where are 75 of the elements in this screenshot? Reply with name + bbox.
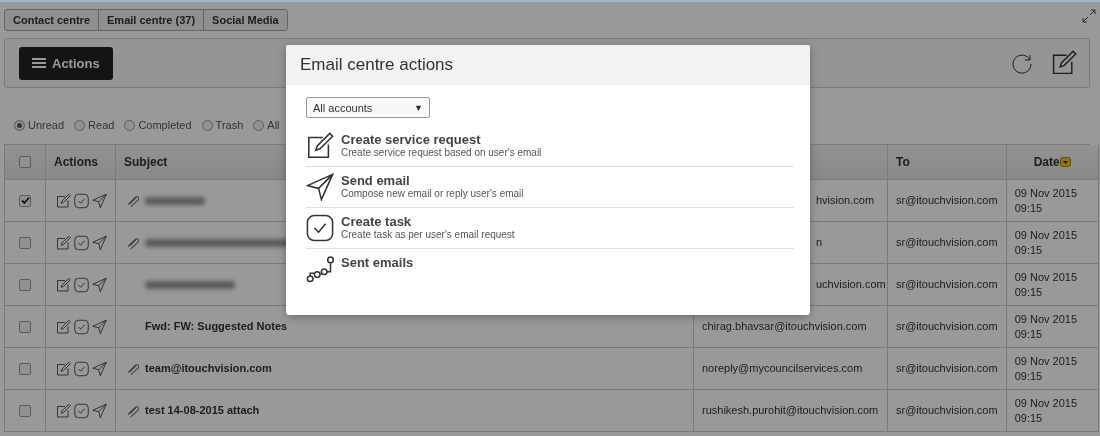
action-title[interactable]: Create task: [341, 214, 515, 229]
refresh-icon[interactable]: [1011, 52, 1033, 74]
blurred-text: [145, 196, 205, 205]
sender-address: uchvision.com: [815, 277, 886, 292]
recipient-address: sr@itouchvision.com: [896, 319, 998, 334]
radio-label: Read: [88, 118, 115, 133]
checkmark-icon[interactable]: [74, 276, 89, 293]
checkbox[interactable]: [19, 236, 31, 249]
tab[interactable]: Email centre (37): [98, 9, 205, 31]
recipient-address: sr@itouchvision.com: [896, 403, 998, 418]
date-text: 09 Nov 2015 09:15: [1014, 227, 1079, 258]
radio-button[interactable]: [253, 120, 265, 131]
checkbox[interactable]: [19, 278, 31, 291]
action-title[interactable]: Send email: [341, 173, 524, 188]
recipient-address: sr@itouchvision.com: [896, 235, 998, 250]
sort-icon[interactable]: [1059, 157, 1071, 167]
checkbox[interactable]: [19, 404, 31, 417]
tab[interactable]: Contact centre: [4, 9, 100, 31]
date-text: 09 Nov 2015 09:15: [1014, 269, 1079, 300]
checkmark-icon[interactable]: [74, 360, 89, 377]
radio-button[interactable]: [201, 120, 213, 131]
account-select[interactable]: All accounts ▼: [306, 97, 430, 118]
email-subject[interactable]: test 14-08-2015 attach: [145, 403, 260, 418]
date-text: 09 Nov 2015 09:15: [1014, 395, 1079, 426]
action-description: Create task as per user's email request: [341, 229, 515, 240]
column-header[interactable]: Date: [1033, 155, 1060, 169]
checkmark-icon[interactable]: [74, 402, 89, 419]
tab[interactable]: Social Media: [203, 9, 288, 31]
menu-icon: [32, 57, 46, 69]
checkmark-icon[interactable]: [74, 192, 89, 209]
paperclip-icon: [126, 194, 139, 207]
paperclip-icon: [126, 236, 139, 249]
column-header: Subject: [124, 155, 168, 169]
expand-icon[interactable]: [1082, 9, 1096, 23]
radio-button[interactable]: [74, 120, 86, 131]
action-description: Create service request based on user's email: [341, 147, 542, 158]
steps-icon[interactable]: [306, 255, 334, 283]
paperclip-icon: [126, 404, 139, 417]
radio-label: All: [267, 118, 280, 133]
checkbox[interactable]: [19, 362, 31, 375]
date-text: 09 Nov 2015 09:15: [1014, 185, 1079, 216]
compose-icon[interactable]: [1051, 50, 1077, 76]
recipient-address: sr@itouchvision.com: [896, 361, 998, 376]
recipient-address: sr@itouchvision.com: [896, 193, 998, 208]
sender-address: chirag.bhavsar@itouchvision.com: [702, 319, 867, 334]
sender-address: n: [815, 235, 823, 250]
sender-address: noreply@mycouncilservices.com: [702, 361, 863, 376]
action-description: Compose new email or reply user's email: [341, 188, 524, 199]
email-subject[interactable]: Fwd: FW: Suggested Notes: [145, 319, 288, 334]
dialog-title: Email centre actions: [300, 55, 454, 75]
paper-plane-icon[interactable]: [306, 173, 334, 201]
checkbox[interactable]: [19, 194, 31, 207]
checkbox[interactable]: [19, 156, 31, 168]
radio-label: Unread: [28, 118, 65, 133]
column-header: Actions: [54, 155, 98, 169]
email-subject[interactable]: team@itouchvision.com: [145, 361, 272, 376]
radio-button[interactable]: [14, 120, 25, 131]
radio-label: Completed: [138, 118, 192, 133]
recipient-address: sr@itouchvision.com: [896, 277, 998, 292]
action-title[interactable]: Sent emails: [341, 255, 414, 270]
checkbox[interactable]: [19, 320, 31, 333]
checkmark-icon[interactable]: [74, 318, 89, 335]
radio-label: Trash: [215, 118, 244, 133]
radio-button[interactable]: [124, 120, 136, 131]
sender-address: rushikesh.purohit@itouchvision.com: [702, 403, 879, 418]
sender-address: hvision.com: [815, 193, 875, 208]
column-header: To: [896, 155, 910, 169]
actions-button[interactable]: Actions: [19, 46, 113, 80]
edit-icon[interactable]: [306, 132, 334, 160]
checkmark-icon[interactable]: [74, 234, 89, 251]
paperclip-icon: [126, 362, 139, 375]
checkmark-icon[interactable]: [306, 214, 334, 242]
date-text: 09 Nov 2015 09:15: [1014, 353, 1079, 384]
date-text: 09 Nov 2015 09:15: [1014, 311, 1079, 342]
action-title[interactable]: Create service request: [341, 132, 542, 147]
